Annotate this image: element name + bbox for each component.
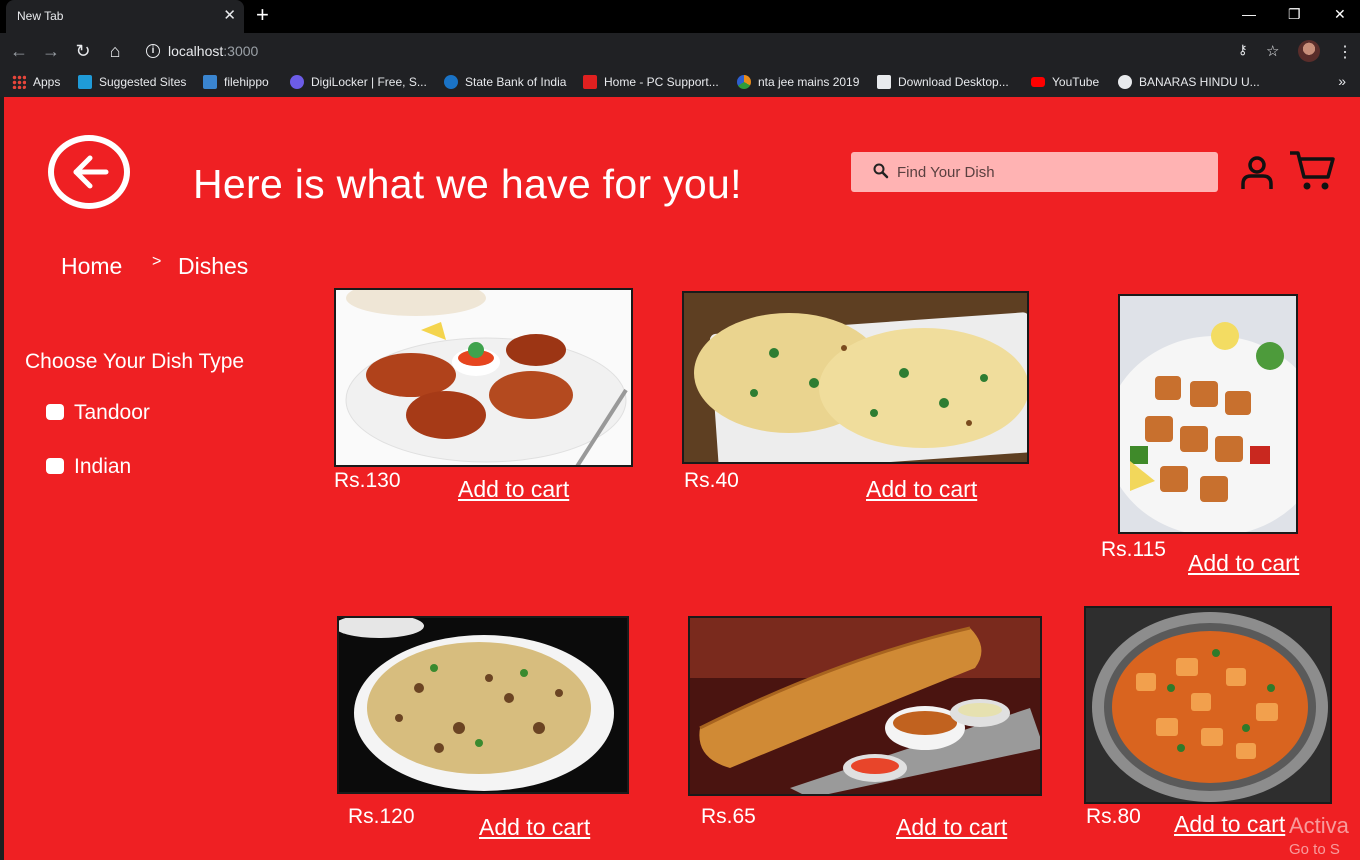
browser-toolbar: ← → ↻ ⌂ i localhost:3000 ⚷ ☆ ⋮	[0, 33, 1360, 69]
filter-option-indian[interactable]: Indian	[46, 455, 131, 479]
tab-strip: New Tab ✕ + — ❐ ✕	[0, 0, 1360, 33]
search-input[interactable]	[897, 160, 1197, 184]
add-to-cart-link[interactable]: Add to cart	[458, 476, 569, 503]
dish-price: Rs.120	[348, 805, 415, 828]
bookmark-apps[interactable]: Apps	[12, 75, 60, 89]
window-close-icon[interactable]: ✕	[1334, 6, 1346, 23]
tab-close-icon[interactable]: ✕	[223, 6, 236, 24]
globe-icon	[1118, 75, 1132, 89]
dish-image-masala-dosa	[688, 616, 1042, 796]
cart-icon[interactable]	[1288, 149, 1336, 193]
dish-image-garlic-naan	[682, 291, 1029, 464]
bookmark-nta[interactable]: nta jee mains 2019	[737, 75, 859, 89]
bookmark-sbi[interactable]: State Bank of India	[444, 75, 566, 89]
bookmark-download-desktop[interactable]: Download Desktop...	[877, 75, 1009, 89]
pc-support-icon	[583, 75, 597, 89]
bookmark-digilocker[interactable]: DigiLocker | Free, S...	[290, 75, 427, 89]
sbi-icon	[444, 75, 458, 89]
profile-avatar[interactable]	[1298, 40, 1320, 62]
bookmarks-overflow-icon[interactable]: »	[1338, 73, 1346, 89]
key-icon[interactable]: ⚷	[1238, 42, 1248, 58]
checkbox[interactable]	[46, 458, 64, 474]
url-text: localhost:3000	[168, 43, 259, 59]
bookmark-suggested-sites[interactable]: Suggested Sites	[78, 75, 186, 89]
bookmark-filehippo[interactable]: filehippo	[203, 75, 269, 89]
filehippo-icon	[203, 75, 217, 89]
star-icon[interactable]: ☆	[1266, 42, 1279, 60]
dish-price: Rs.65	[701, 805, 756, 828]
add-to-cart-link[interactable]: Add to cart	[866, 476, 977, 503]
menu-kebab-icon[interactable]: ⋮	[1337, 42, 1353, 62]
windows-activation-watermark: Activa Go to S	[1289, 813, 1349, 858]
dish-price: Rs.115	[1101, 538, 1166, 561]
bookmark-bhu[interactable]: BANARAS HINDU U...	[1118, 75, 1260, 89]
dish-image-tandoori-chicken	[334, 288, 633, 467]
new-tab-button[interactable]: +	[256, 3, 269, 27]
reload-icon[interactable]: ↻	[73, 41, 93, 61]
breadcrumb-separator: >	[152, 253, 162, 270]
left-arrow-icon	[73, 155, 109, 189]
add-to-cart-link[interactable]: Add to cart	[896, 814, 1007, 841]
download-icon	[877, 75, 891, 89]
forward-arrow-icon[interactable]: →	[41, 41, 61, 61]
filter-title: Choose Your Dish Type	[25, 350, 245, 373]
search-bar[interactable]	[851, 152, 1218, 192]
bing-icon	[78, 75, 92, 89]
address-bar[interactable]: i localhost:3000	[138, 37, 1294, 65]
restore-icon[interactable]: ❐	[1288, 6, 1301, 23]
browser-tab[interactable]: New Tab ✕	[6, 0, 244, 33]
apps-grid-icon	[12, 75, 26, 89]
breadcrumb-current: Dishes	[178, 253, 249, 279]
bookmark-youtube[interactable]: YouTube	[1031, 75, 1099, 89]
dish-price: Rs.80	[1086, 805, 1141, 828]
back-arrow-icon[interactable]: ←	[9, 41, 29, 61]
dish-image-paneer-curry	[1084, 606, 1332, 804]
youtube-icon	[1031, 77, 1045, 87]
search-icon	[873, 163, 889, 179]
dish-image-paneer-tikka	[1118, 294, 1298, 534]
dish-price: Rs.130	[334, 469, 401, 492]
dish-image-biryani	[337, 616, 629, 794]
info-icon[interactable]: i	[146, 44, 160, 58]
filter-option-tandoor[interactable]: Tandoor	[46, 401, 150, 425]
breadcrumb-home[interactable]: Home	[61, 253, 122, 280]
back-button[interactable]	[48, 135, 130, 209]
page-content: Here is what we have for you! Home > Dis…	[4, 97, 1360, 860]
user-icon[interactable]	[1239, 155, 1275, 191]
bookmarks-bar: Apps Suggested Sites filehippo DigiLocke…	[0, 69, 1360, 97]
minimize-icon[interactable]: —	[1242, 6, 1256, 22]
dish-price: Rs.40	[684, 469, 739, 492]
add-to-cart-link[interactable]: Add to cart	[1174, 811, 1285, 838]
home-icon[interactable]: ⌂	[105, 41, 125, 61]
nta-icon	[737, 75, 751, 89]
page-title: Here is what we have for you!	[193, 161, 742, 207]
tab-title: New Tab	[17, 9, 64, 23]
checkbox[interactable]	[46, 404, 64, 420]
digilocker-icon	[290, 75, 304, 89]
add-to-cart-link[interactable]: Add to cart	[479, 814, 590, 841]
add-to-cart-link[interactable]: Add to cart	[1188, 550, 1299, 577]
bookmark-pc-support[interactable]: Home - PC Support...	[583, 75, 719, 89]
